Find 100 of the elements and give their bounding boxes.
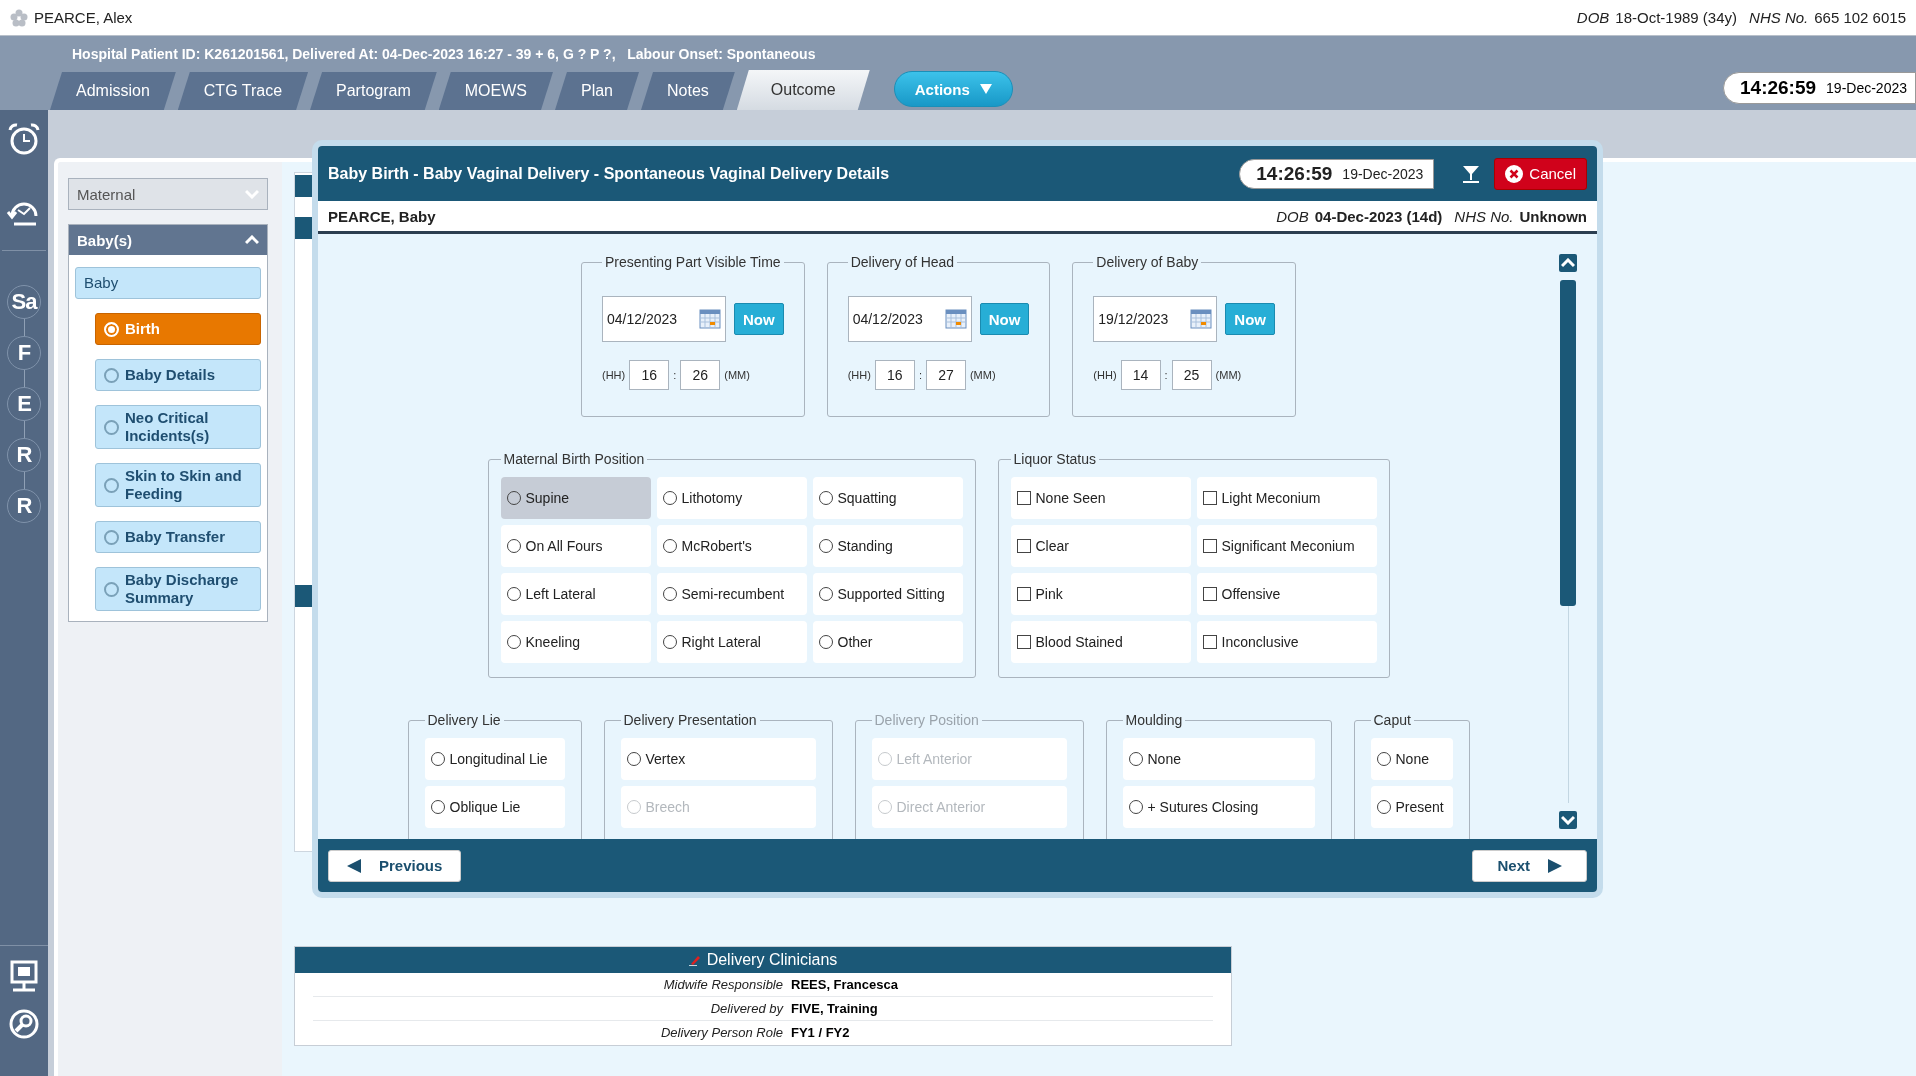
option[interactable]: Semi-recumbent <box>656 573 807 615</box>
dob-label: DOB <box>1276 207 1309 225</box>
nav-item[interactable]: Neo Critical Incidents(s) <box>95 405 261 449</box>
alarm-clock-icon[interactable] <box>7 122 41 156</box>
filter-icon[interactable] <box>1462 164 1481 183</box>
nav-item[interactable]: Skin to Skin and Feeding <box>95 463 261 507</box>
option[interactable]: None <box>1122 738 1315 780</box>
minute-field[interactable]: 27 <box>925 360 966 390</box>
checkbox[interactable] <box>1202 635 1217 649</box>
flower-icon <box>10 8 28 27</box>
group-legend: Liquor Status <box>1010 451 1099 467</box>
section-header[interactable]: Maternal <box>68 178 268 210</box>
checkbox[interactable] <box>1016 635 1031 649</box>
option[interactable]: Clear <box>1010 525 1191 567</box>
tab[interactable]: Partogram <box>310 72 437 110</box>
option[interactable]: Present <box>1370 786 1453 828</box>
hour-field[interactable]: 14 <box>1120 360 1161 390</box>
group-legend: Delivery of Baby <box>1093 254 1202 270</box>
tab[interactable]: Admission <box>50 72 176 110</box>
option[interactable]: Pink <box>1010 573 1191 615</box>
option[interactable]: Standing <box>812 525 963 567</box>
scroll-thumb[interactable] <box>1560 280 1576 606</box>
hour-unit: (HH) <box>602 369 626 381</box>
checkbox[interactable] <box>1202 587 1217 601</box>
nhs-label: NHS No. <box>1749 9 1809 26</box>
hour-unit: (HH) <box>847 369 871 381</box>
calendar-icon[interactable] <box>699 309 721 329</box>
minute-unit: (MM) <box>969 369 996 381</box>
field-value: FIVE, Training <box>791 1001 879 1016</box>
nav-item[interactable]: Baby Transfer <box>95 521 261 553</box>
tab[interactable]: CTG Trace <box>177 72 309 110</box>
date-field[interactable]: 04/12/2023 <box>602 296 726 342</box>
option[interactable]: Longitudinal Lie <box>424 738 565 780</box>
minute-field[interactable]: 25 <box>1171 360 1212 390</box>
time-separator: : <box>918 369 922 381</box>
option[interactable]: Vertex <box>620 738 816 780</box>
option[interactable]: Supported Sitting <box>812 573 963 615</box>
option[interactable]: Right Lateral <box>656 621 807 663</box>
nav-item[interactable]: Baby Discharge Summary <box>95 567 261 611</box>
option: Left Anterior <box>871 738 1067 780</box>
group-legend: Delivery Position <box>871 712 982 728</box>
triangle-right-icon <box>1548 858 1562 873</box>
date-field[interactable]: 04/12/2023 <box>847 296 972 342</box>
option[interactable]: Left Lateral <box>500 573 651 615</box>
nav-item[interactable]: Baby <box>75 267 261 299</box>
option[interactable]: On All Fours <box>500 525 651 567</box>
field-label: Delivery Person Role <box>659 1025 783 1040</box>
checkbox[interactable] <box>1016 539 1031 553</box>
date-field[interactable]: 19/12/2023 <box>1093 296 1218 342</box>
cancel-button[interactable]: Cancel <box>1494 157 1587 190</box>
option[interactable]: Other <box>812 621 963 663</box>
option[interactable]: Supine <box>500 477 651 519</box>
clinicians-title: Delivery Clinicians <box>706 951 838 969</box>
calendar-icon[interactable] <box>1190 309 1213 329</box>
option[interactable]: + Sutures Closing <box>1122 786 1315 828</box>
chevron-icon <box>245 235 259 245</box>
option[interactable]: Offensive <box>1196 573 1377 615</box>
option[interactable]: Squatting <box>812 477 963 519</box>
close-icon <box>1505 164 1524 183</box>
option[interactable]: Blood Stained <box>1010 621 1191 663</box>
option[interactable]: Lithotomy <box>656 477 807 519</box>
tab[interactable]: Notes <box>641 72 735 110</box>
chevron-icon <box>1561 815 1575 825</box>
option[interactable]: Light Meconium <box>1196 477 1377 519</box>
search-icon[interactable] <box>8 1008 40 1040</box>
option[interactable]: McRobert's <box>656 525 807 567</box>
calendar-icon[interactable] <box>944 309 967 329</box>
checkbox[interactable] <box>1202 539 1217 553</box>
patient-info: Hospital Patient ID: K261201561, Delivered At: 04-Dec-2023 16:27 - 39 + 6, G ? P ?, Labour Onset: Spontaneous <box>71 45 817 64</box>
group-legend: Presenting Part Visible Time <box>602 254 784 270</box>
hour-field[interactable]: 16 <box>874 360 915 390</box>
nhs-value: 665 102 6015 <box>1814 9 1906 26</box>
option[interactable]: Inconclusive <box>1196 621 1377 663</box>
scroll-down-button[interactable] <box>1559 811 1577 829</box>
chevron-icon <box>1561 258 1575 268</box>
tab[interactable]: Plan <box>554 72 639 110</box>
nav-item[interactable]: Baby Details <box>95 359 261 391</box>
hour-field[interactable]: 16 <box>629 360 670 390</box>
section-header[interactable]: Baby(s) <box>68 224 268 256</box>
tab[interactable]: MOEWS <box>438 72 553 110</box>
option[interactable]: Kneeling <box>500 621 651 663</box>
nhs-label: NHS No. <box>1454 207 1514 225</box>
checkbox[interactable] <box>1016 491 1031 505</box>
monitor-icon[interactable] <box>9 960 39 994</box>
option[interactable]: Oblique Lie <box>424 786 565 828</box>
option[interactable]: Significant Meconium <box>1196 525 1377 567</box>
checkbox[interactable] <box>1016 587 1031 601</box>
option[interactable]: None Seen <box>1010 477 1191 519</box>
checkbox[interactable] <box>1202 491 1217 505</box>
option[interactable]: None <box>1370 738 1453 780</box>
tab[interactable]: Outcome <box>736 70 870 110</box>
scroll-up-button[interactable] <box>1559 254 1577 272</box>
clock-time: 14:26:59 <box>1740 77 1817 99</box>
previous-button[interactable]: Previous <box>328 849 462 882</box>
minute-field[interactable]: 26 <box>680 360 721 390</box>
field-label: Midwife Responsible <box>662 977 783 992</box>
option: Direct Anterior <box>871 786 1067 828</box>
group-legend: Delivery of Head <box>847 254 958 270</box>
next-button[interactable]: Next <box>1472 849 1587 882</box>
triangle-left-icon <box>347 858 361 873</box>
